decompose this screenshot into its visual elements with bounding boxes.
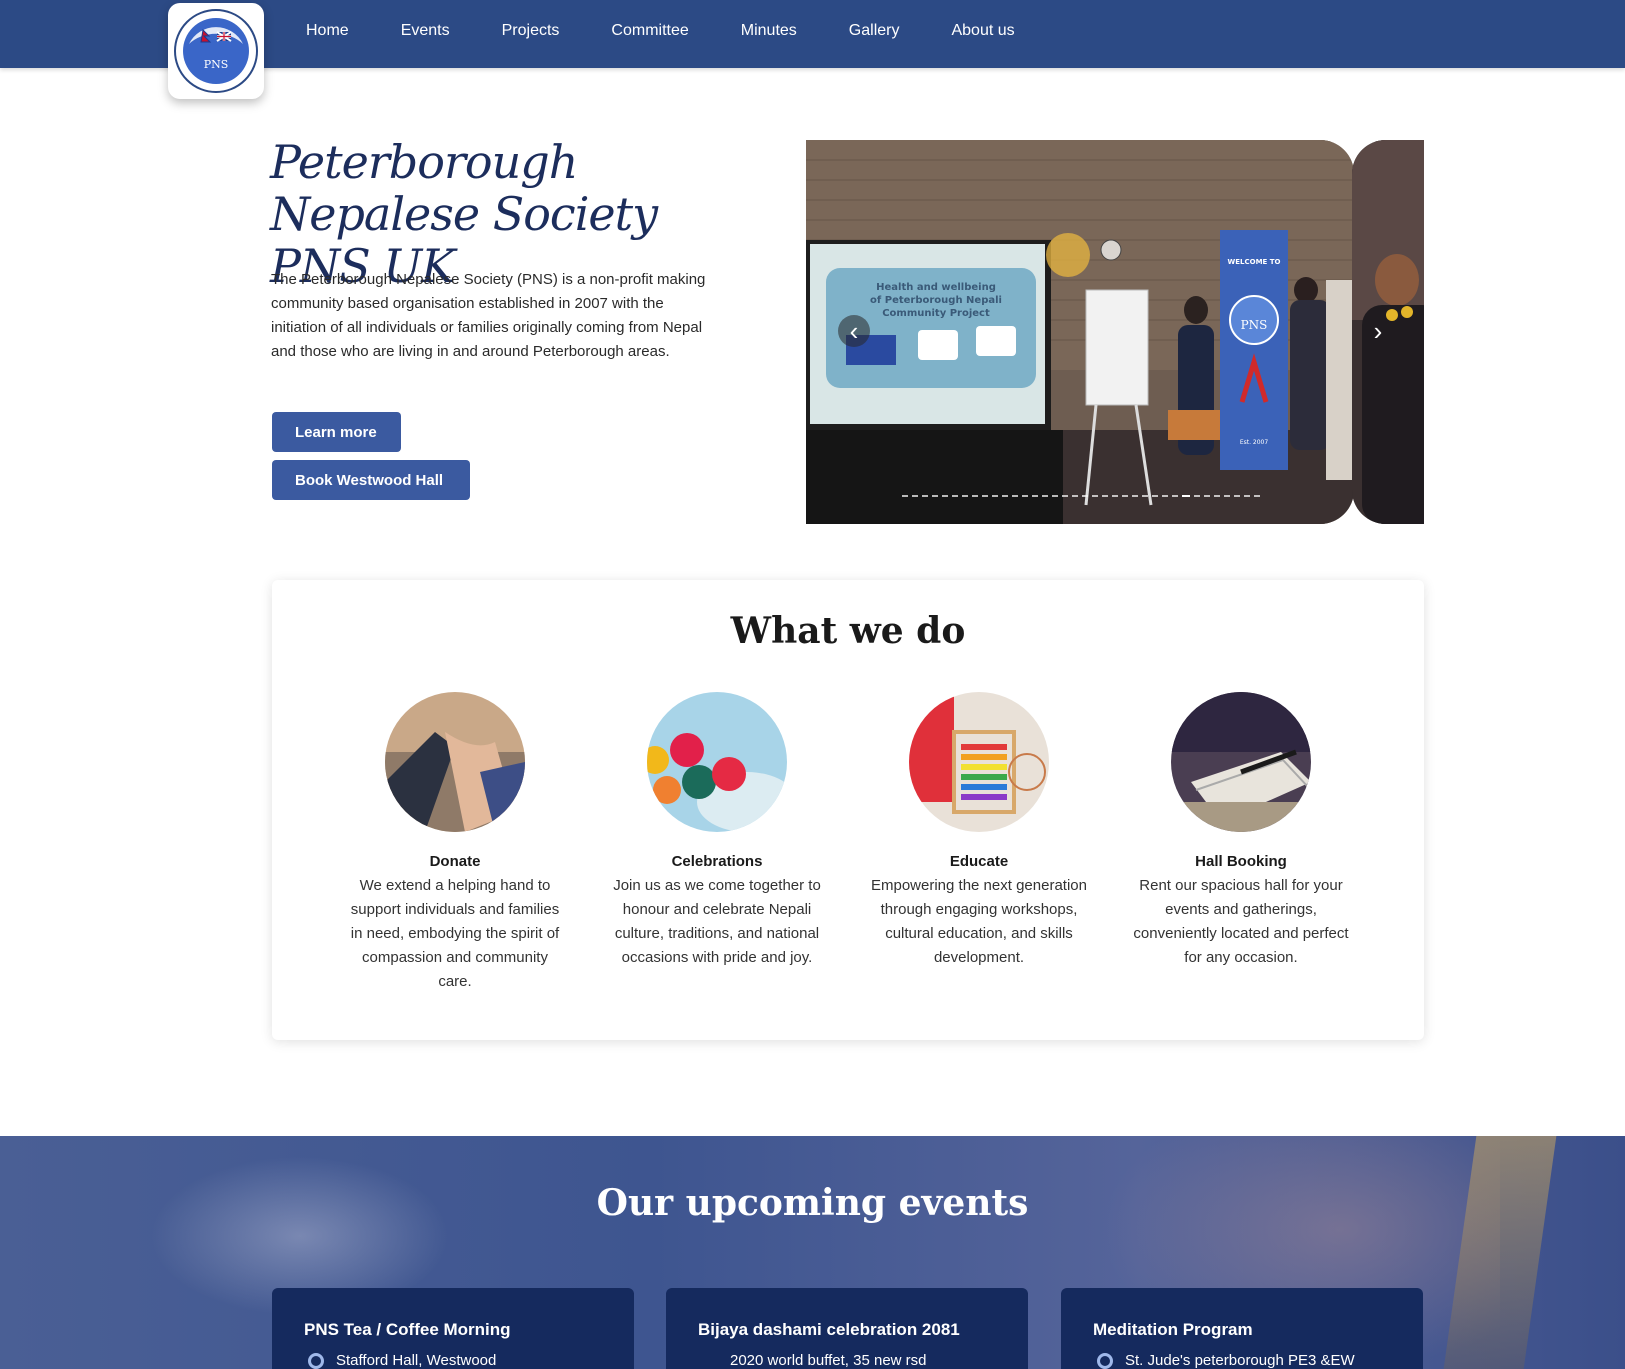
hall-booking-image xyxy=(1171,692,1311,832)
carousel-slide-active[interactable]: Health and wellbeing of Peterborough Nep… xyxy=(806,140,1354,524)
carousel-dot[interactable] xyxy=(1122,495,1128,497)
carousel-dot[interactable] xyxy=(1012,495,1018,497)
event-photo: Health and wellbeing of Peterborough Nep… xyxy=(806,140,1354,524)
service-name: Donate xyxy=(429,853,481,870)
location-pin-icon xyxy=(308,1352,324,1369)
carousel-dot[interactable] xyxy=(1072,495,1078,497)
svg-text:WELCOME TO: WELCOME TO xyxy=(1228,258,1281,266)
site-logo[interactable]: PNS xyxy=(168,3,264,99)
events-title: Our upcoming events xyxy=(596,1182,1029,1224)
chevron-left-icon: ‹ xyxy=(849,315,859,346)
svg-text:of Peterborough Nepali: of Peterborough Nepali xyxy=(870,295,1002,306)
service-name: Educate xyxy=(949,853,1009,870)
carousel-dot[interactable] xyxy=(932,495,938,497)
svg-text:Health and wellbeing: Health and wellbeing xyxy=(876,282,996,293)
nav-home[interactable]: Home xyxy=(300,22,355,40)
carousel-dot[interactable] xyxy=(1022,495,1028,497)
carousel-dot[interactable] xyxy=(1162,495,1168,497)
svg-text:Est. 2007: Est. 2007 xyxy=(1240,439,1269,446)
svg-text:PNS: PNS xyxy=(204,58,229,71)
carousel-dot[interactable] xyxy=(1152,495,1158,497)
carousel-dot[interactable] xyxy=(1182,495,1190,497)
service-description: Join us as we come together to honour an… xyxy=(613,877,821,966)
event-title: PNS Tea / Coffee Morning xyxy=(304,1320,511,1339)
carousel-dot[interactable] xyxy=(1234,495,1240,497)
carousel-dot[interactable] xyxy=(912,495,918,497)
carousel-next-button[interactable]: › xyxy=(1362,315,1394,347)
carousel-dot[interactable] xyxy=(982,495,988,497)
carousel-dot[interactable] xyxy=(1032,495,1038,497)
carousel-dot[interactable] xyxy=(1172,495,1178,497)
carousel-dot[interactable] xyxy=(1132,495,1138,497)
carousel-indicators xyxy=(902,495,1264,497)
carousel-dot[interactable] xyxy=(1062,495,1068,497)
carousel-dot[interactable] xyxy=(1224,495,1230,497)
service-educate: Educate Empowering the next generation t… xyxy=(869,692,1089,970)
service-donate: Donate We extend a helping hand to suppo… xyxy=(345,692,565,994)
service-name: Hall Booking xyxy=(1195,853,1287,870)
carousel-dot[interactable] xyxy=(922,495,928,497)
event-location: St. Jude's peterborough PE3 &EW xyxy=(1093,1352,1391,1369)
carousel-dot[interactable] xyxy=(1102,495,1108,497)
service-description: Rent our spacious hall for your events a… xyxy=(1133,877,1349,966)
image-carousel: Health and wellbeing of Peterborough Nep… xyxy=(806,140,1424,524)
event-title: Bijaya dashami celebration 2081 xyxy=(698,1320,960,1339)
location-pin-icon xyxy=(1097,1352,1113,1369)
carousel-prev-button[interactable]: ‹ xyxy=(838,315,870,347)
event-card[interactable]: Bijaya dashami celebration 2081 2020 wor… xyxy=(666,1288,1028,1369)
what-we-do-section: What we do Donate We extend a helping ha… xyxy=(272,580,1424,1040)
carousel-dot[interactable] xyxy=(1142,495,1148,497)
carousel-dot[interactable] xyxy=(1204,495,1210,497)
event-location: Stafford Hall, Westwood xyxy=(304,1352,602,1369)
service-hall-booking: Hall Booking Rent our spacious hall for … xyxy=(1131,692,1351,970)
event-card[interactable]: PNS Tea / Coffee Morning Stafford Hall, … xyxy=(272,1288,634,1369)
nav-committee[interactable]: Committee xyxy=(605,22,694,40)
carousel-dot[interactable] xyxy=(952,495,958,497)
event-location-text: Stafford Hall, Westwood xyxy=(336,1352,497,1369)
service-celebrations: Celebrations Join us as we come together… xyxy=(607,692,827,970)
donate-image xyxy=(385,692,525,832)
carousel-dot[interactable] xyxy=(1214,495,1220,497)
hero-description: The Peterborough Nepalese Society (PNS) … xyxy=(271,271,706,360)
learn-more-button[interactable]: Learn more xyxy=(272,412,401,452)
nav-about-us[interactable]: About us xyxy=(945,22,1020,40)
pns-logo-icon: PNS xyxy=(174,9,258,93)
nav-projects[interactable]: Projects xyxy=(496,22,566,40)
nav-gallery[interactable]: Gallery xyxy=(843,22,906,40)
nav-menu: Home Events Projects Committee Minutes G… xyxy=(300,0,1061,62)
carousel-dot[interactable] xyxy=(942,495,948,497)
educate-image xyxy=(909,692,1049,832)
carousel-dot[interactable] xyxy=(1254,495,1260,497)
carousel-dot[interactable] xyxy=(1082,495,1088,497)
carousel-dot[interactable] xyxy=(1092,495,1098,497)
upcoming-events-section: Our upcoming events PNS Tea / Coffee Mor… xyxy=(0,1136,1625,1369)
carousel-dot[interactable] xyxy=(1112,495,1118,497)
carousel-dot[interactable] xyxy=(972,495,978,497)
nav-events[interactable]: Events xyxy=(395,22,456,40)
chevron-right-icon: › xyxy=(1373,315,1383,346)
what-we-do-title: What we do xyxy=(730,610,966,652)
service-description: Empowering the next generation through e… xyxy=(871,877,1087,966)
event-card[interactable]: Meditation Program St. Jude's peterborou… xyxy=(1061,1288,1423,1369)
carousel-dot[interactable] xyxy=(1002,495,1008,497)
book-westwood-hall-button[interactable]: Book Westwood Hall xyxy=(272,460,470,500)
svg-text:Community Project: Community Project xyxy=(882,308,990,319)
event-title: Meditation Program xyxy=(1093,1320,1253,1339)
nav-minutes[interactable]: Minutes xyxy=(735,22,803,40)
svg-text:PNS: PNS xyxy=(1241,318,1268,332)
carousel-dot[interactable] xyxy=(902,495,908,497)
carousel-dot[interactable] xyxy=(1194,495,1200,497)
service-name: Celebrations xyxy=(671,853,763,870)
carousel-dot[interactable] xyxy=(992,495,998,497)
carousel-dot[interactable] xyxy=(1244,495,1250,497)
service-description: We extend a helping hand to support indi… xyxy=(350,877,560,990)
carousel-dot[interactable] xyxy=(1042,495,1048,497)
celebrations-image xyxy=(647,692,787,832)
event-location: 2020 world buffet, 35 new rsd xyxy=(698,1352,996,1369)
event-location-text: 2020 world buffet, 35 new rsd xyxy=(730,1352,927,1369)
carousel-dot[interactable] xyxy=(962,495,968,497)
carousel-dot[interactable] xyxy=(1052,495,1058,497)
event-location-text: St. Jude's peterborough PE3 &EW xyxy=(1125,1352,1355,1369)
